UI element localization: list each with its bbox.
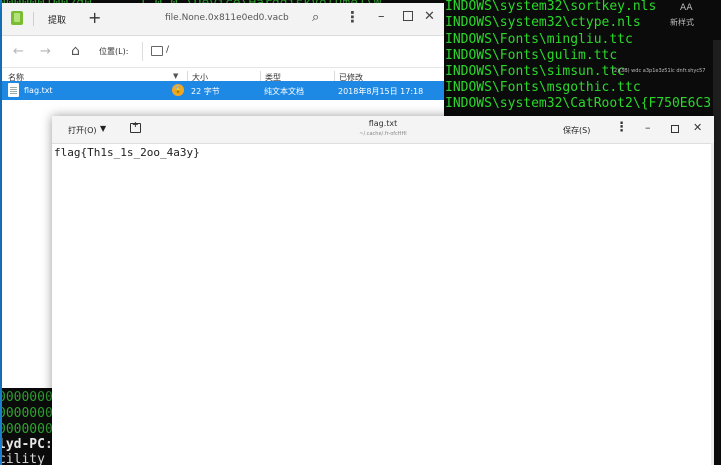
- file-name: flag.txt: [24, 86, 53, 95]
- folder-icon: [151, 46, 163, 56]
- terminal-line: INDOWS\system32\CatRoot2\{F750E6C3-38: [445, 96, 721, 111]
- location-field[interactable]: /: [142, 42, 438, 61]
- close-button[interactable]: ✕: [693, 121, 702, 134]
- minimize-button[interactable]: –: [645, 121, 651, 134]
- terminal-prompt: lyd-PC:: [0, 437, 53, 452]
- maximize-button[interactable]: [403, 11, 413, 21]
- forward-arrow-icon[interactable]: →: [40, 44, 51, 59]
- terminal-line: INDOWS\Fonts\mingliu.ttc: [445, 32, 633, 47]
- save-button[interactable]: 保存(S): [563, 125, 590, 136]
- lock-icon: 🔒: [172, 84, 184, 96]
- extract-button[interactable]: 提取: [48, 13, 66, 26]
- file-modified: 2018年8月15日 17:18: [338, 87, 424, 96]
- file-row[interactable]: flag.txt 🔒 22 字节 纯文本文档 2018年8月15日 17:18: [2, 81, 444, 100]
- menu-kebab-icon[interactable]: ⋮: [345, 8, 360, 26]
- home-icon[interactable]: ⌂: [71, 43, 80, 59]
- terminal-corner-text: 新样式: [670, 18, 694, 27]
- text-file-icon: [8, 83, 19, 97]
- location-path: /: [166, 45, 170, 55]
- file-type: 纯文本文档: [264, 87, 304, 96]
- location-bar: ← → ⌂ 位置(L): /: [2, 36, 444, 68]
- terminal-line: INDOWS\system32\ctype.nls: [445, 15, 641, 30]
- menu-kebab-icon[interactable]: ⋮: [615, 120, 628, 135]
- terminal-line: INDOWS\Fonts\gulim.ttc: [445, 48, 618, 63]
- terminal-line: INDOWS\system32\sortkey.nls: [445, 0, 657, 14]
- text-editor-window: 打开(O) ▼ flag.txt ~/.cache/.fr-ofcHHl 保存(…: [52, 116, 714, 465]
- terminal-scroll-strip: [713, 40, 721, 320]
- editor-scrollbar[interactable]: [711, 143, 714, 465]
- terminal-corner-ab: AA: [680, 3, 693, 13]
- sort-down-icon[interactable]: ▼: [173, 72, 178, 80]
- minimize-button[interactable]: –: [378, 9, 385, 24]
- archive-title: file.None.0x811e0ed0.vacb: [165, 13, 289, 23]
- close-button[interactable]: ✕: [424, 9, 435, 24]
- editor-titlebar: 打开(O) ▼ flag.txt ~/.cache/.fr-ofcHHl 保存(…: [52, 116, 714, 144]
- search-icon[interactable]: ⌕: [312, 10, 319, 25]
- location-label: 位置(L):: [99, 47, 129, 56]
- archive-titlebar: 提取 + file.None.0x811e0ed0.vacb ⌕ ⋮ – ✕: [2, 3, 444, 36]
- add-files-button[interactable]: +: [88, 8, 101, 27]
- editor-text-area[interactable]: flag{Th1s_1s_2oo_4a3y}: [54, 146, 200, 159]
- terminal-tiny-text: (2)(3B) wdc a3p1e3z51lc dnfr.shyc57: [612, 68, 706, 74]
- toolbar-divider: [33, 12, 34, 26]
- terminal-line: INDOWS\Fonts\msgothic.ttc: [445, 80, 641, 95]
- file-size: 22 字节: [191, 87, 220, 96]
- back-arrow-icon[interactable]: ←: [13, 44, 24, 59]
- archive-app-icon: [11, 11, 23, 25]
- maximize-button[interactable]: [671, 125, 679, 133]
- terminal-line: INDOWS\Fonts\simsun.ttc: [445, 64, 626, 79]
